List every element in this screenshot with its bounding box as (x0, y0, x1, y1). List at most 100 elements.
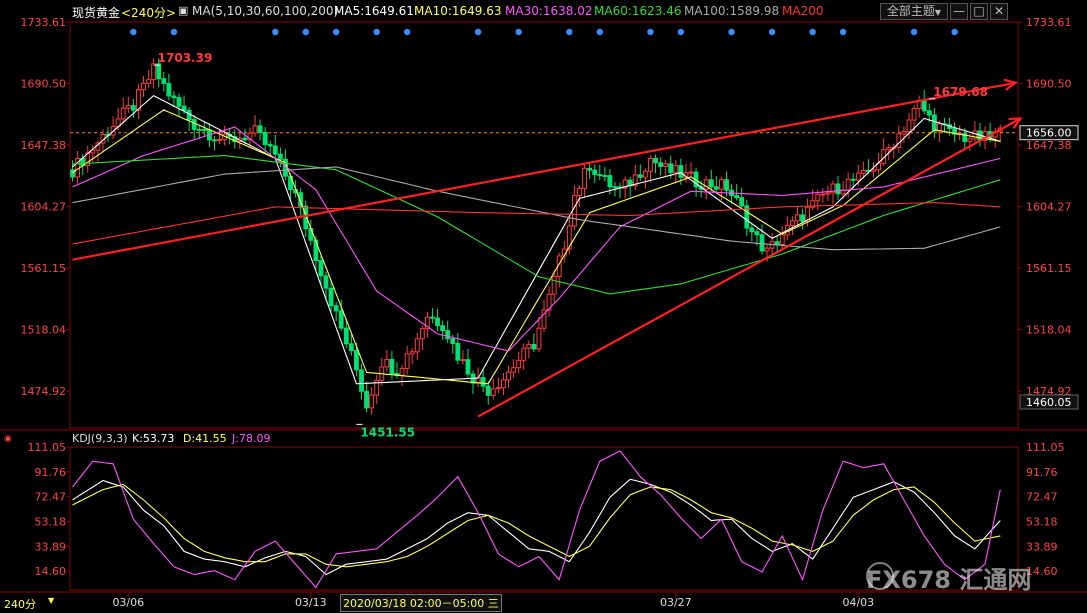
kdj-tick-label-left: 72.47 (35, 491, 67, 504)
period-label[interactable]: <240分> (121, 4, 176, 21)
close-icon: ✕ (993, 4, 1005, 18)
candle-body (850, 178, 856, 181)
kdj-tick-label-right: 111.05 (1026, 441, 1065, 454)
x-tick-label: 03/06 (112, 596, 144, 609)
kdj-k-value: K:53.73 (132, 432, 175, 445)
candle-body (653, 157, 658, 164)
indicator-settings-icon[interactable]: ◉ (4, 434, 12, 444)
candle-body (815, 193, 821, 202)
y-tick-label-left: 1604.27 (21, 201, 67, 214)
candle-body (125, 105, 131, 109)
candle-body (764, 247, 770, 252)
candle-body (673, 165, 679, 174)
candle-body (501, 379, 506, 389)
settings-icon[interactable]: ▣ (178, 4, 188, 17)
signal-dot (951, 28, 958, 36)
candle-body (506, 371, 511, 381)
kdj-tick-label-right: 91.76 (1026, 466, 1058, 479)
candle-body (430, 316, 435, 319)
cursor-time-readout: 2020/03/18 02:00－05:00 三 (340, 594, 502, 612)
candle-body (323, 275, 329, 289)
candle-body (196, 128, 202, 131)
candle-body (212, 139, 217, 142)
chart-canvas[interactable]: 1733.61 1733.611690.50 1690.501647.38 1647.… (0, 0, 1087, 613)
kdj-tick-label-right: 53.18 (1026, 516, 1058, 529)
candle-body (445, 330, 451, 340)
period-selector[interactable]: 240分 (4, 596, 36, 612)
extreme-label-high: 1679.68 (933, 85, 988, 99)
candle-body (141, 82, 146, 91)
signal-dot (596, 28, 603, 36)
candle-body (242, 137, 248, 141)
candle-body (348, 343, 354, 352)
x-tick-label: 03/13 (295, 596, 327, 609)
candle-body (171, 95, 177, 99)
y-tick-label-left: 1474.92 (21, 385, 67, 398)
kdj-j-value: J:78.09 (232, 432, 271, 445)
candle-body (440, 325, 446, 332)
signal-dot (272, 28, 279, 36)
candle-body (658, 162, 664, 167)
ma30-value: MA30:1638.02 (505, 4, 593, 18)
candle-body (201, 128, 207, 131)
candle-body (607, 175, 613, 188)
minimize-button[interactable]: — (950, 3, 968, 20)
candle-body (708, 179, 714, 188)
kdj-tick-label-left: 53.18 (35, 516, 67, 529)
chevron-down-icon[interactable]: ▼ (48, 596, 54, 605)
candle-body (272, 145, 278, 155)
signal-dot (728, 28, 735, 36)
chevron-down-icon: ▼ (934, 8, 942, 17)
candle-body (257, 125, 263, 133)
signal-dot (515, 28, 522, 36)
candle-body (896, 133, 902, 148)
extreme-label-low: 1451.55 (360, 425, 415, 439)
candle-body (911, 108, 917, 121)
signal-dot (373, 28, 380, 36)
close-button[interactable]: ✕ (990, 3, 1008, 20)
signal-dot (170, 28, 178, 36)
theme-select-button[interactable]: 全部主题▼ (880, 3, 948, 20)
candle-body (389, 358, 395, 375)
signal-dot (403, 28, 411, 36)
candle-body (146, 79, 152, 84)
candle-body (845, 178, 851, 191)
y-tick-label-right: 1647.38 (1026, 139, 1072, 152)
candle-body (967, 138, 973, 143)
candle-body (277, 153, 283, 160)
maximize-button[interactable]: □ (970, 3, 988, 20)
signal-dot (910, 28, 918, 36)
candle-body (531, 344, 537, 350)
candle-body (536, 327, 542, 350)
candle-body (855, 172, 861, 181)
candle-body (333, 305, 339, 312)
candle-body (414, 338, 420, 353)
candle-body (359, 369, 364, 392)
kdj-d-value: D:41.55 (183, 432, 227, 445)
y-tick-label-left: 1690.50 (21, 77, 67, 90)
candle-body (166, 83, 172, 97)
candle-body (724, 179, 729, 191)
x-tick-label: 03/27 (660, 596, 692, 609)
signal-dot (332, 28, 340, 36)
ma-line-ma10 (72, 109, 1001, 385)
candle-body (151, 63, 157, 81)
y-tick-label-right: 1690.50 (1026, 77, 1072, 90)
candle-body (734, 194, 740, 199)
candle-body (369, 394, 375, 409)
candle-body (713, 186, 719, 190)
y-tick-label-right: 1518.04 (1026, 324, 1072, 337)
ma60-value: MA60:1623.46 (594, 4, 682, 18)
candle-body (399, 367, 405, 376)
candle-body (217, 139, 222, 142)
candle-body (328, 287, 334, 307)
candle-body (688, 171, 694, 174)
candle-body (597, 174, 603, 177)
candle-body (571, 195, 577, 227)
candle-body (267, 144, 273, 147)
symbol-name: 现货黄金 (72, 6, 121, 20)
candle-body (262, 131, 268, 146)
candle-body (318, 259, 324, 277)
candle-body (871, 169, 876, 172)
candle-body (678, 165, 684, 178)
